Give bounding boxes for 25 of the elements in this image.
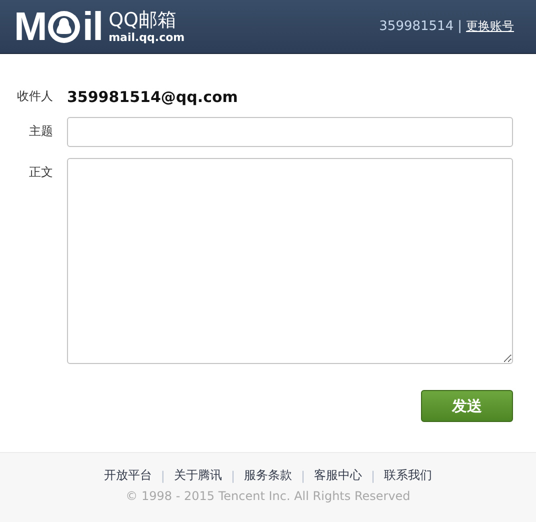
brand-name: QQ邮箱 (108, 10, 178, 30)
switch-account-link[interactable]: 更换账号 (466, 18, 514, 35)
body-label: 正文 (28, 164, 53, 181)
footer-link[interactable]: 关于腾讯 (174, 467, 222, 484)
footer-link[interactable]: 服务条款 (244, 467, 292, 484)
recipient-label: 收件人 (16, 88, 53, 105)
copyright-text: © 1998 - 2015 Tencent Inc. All Rights Reserved (126, 489, 410, 503)
separator: | (230, 468, 235, 482)
recipient-address: 359981514@qq.com (67, 88, 239, 106)
body-field[interactable] (67, 158, 513, 364)
subject-field[interactable] (67, 117, 513, 147)
subject-label: 主题 (28, 123, 53, 140)
logo-letters: il (82, 6, 103, 46)
separator: | (301, 468, 306, 482)
penguin-logo-icon (47, 10, 82, 44)
footer-link[interactable]: 联系我们 (384, 467, 432, 484)
logo-letter: M (14, 6, 46, 46)
separator: | (458, 19, 462, 34)
brand-domain: mail.qq.com (108, 30, 185, 44)
separator: | (160, 468, 165, 482)
footer-link[interactable]: 客服中心 (314, 467, 362, 484)
account-number: 359981514 (379, 19, 454, 34)
separator: | (371, 468, 376, 482)
send-button[interactable]: 发送 (421, 390, 513, 422)
footer-link[interactable]: 开放平台 (104, 467, 152, 484)
